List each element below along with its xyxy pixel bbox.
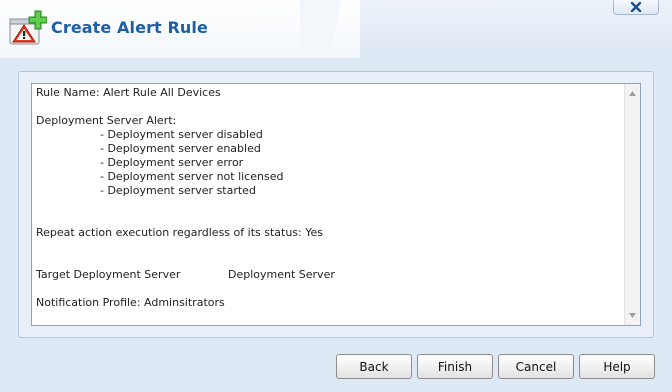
alert-item: - Deployment server disabled	[100, 128, 263, 141]
alert-warning-add-icon	[9, 10, 48, 46]
repeat-action-line: Repeat action execution regardless of it…	[36, 226, 323, 239]
rule-summary-textarea[interactable]: Rule Name: Alert Rule All Devices Deploy…	[31, 83, 641, 326]
alert-item: - Deployment server error	[100, 156, 244, 169]
vertical-scrollbar[interactable]	[624, 84, 640, 325]
finish-button[interactable]: Finish	[417, 354, 493, 379]
close-button[interactable]	[613, 0, 659, 15]
dialog-title: Create Alert Rule	[51, 18, 208, 37]
notification-profile-line: Notification Profile: Adminsitrators	[36, 296, 225, 309]
cancel-button[interactable]: Cancel	[498, 354, 574, 379]
target-label: Target Deployment Server	[36, 268, 181, 281]
alert-item: - Deployment server enabled	[100, 142, 261, 155]
alert-item: - Deployment server started	[100, 184, 256, 197]
header-slope	[300, 0, 370, 58]
rule-name-line: Rule Name: Alert Rule All Devices	[36, 86, 221, 99]
alert-heading-line: Deployment Server Alert:	[36, 114, 177, 127]
help-button[interactable]: Help	[579, 354, 655, 379]
scroll-down-arrow-icon[interactable]	[625, 308, 640, 323]
scroll-up-arrow-icon[interactable]	[625, 86, 640, 101]
close-icon	[630, 2, 642, 12]
alert-item: - Deployment server not licensed	[100, 170, 284, 183]
target-line: Target Deployment Server Deployment Serv…	[36, 268, 622, 282]
rule-summary-text: Rule Name: Alert Rule All Devices Deploy…	[36, 86, 622, 310]
target-value: Deployment Server	[228, 268, 335, 281]
back-button[interactable]: Back	[336, 354, 412, 379]
